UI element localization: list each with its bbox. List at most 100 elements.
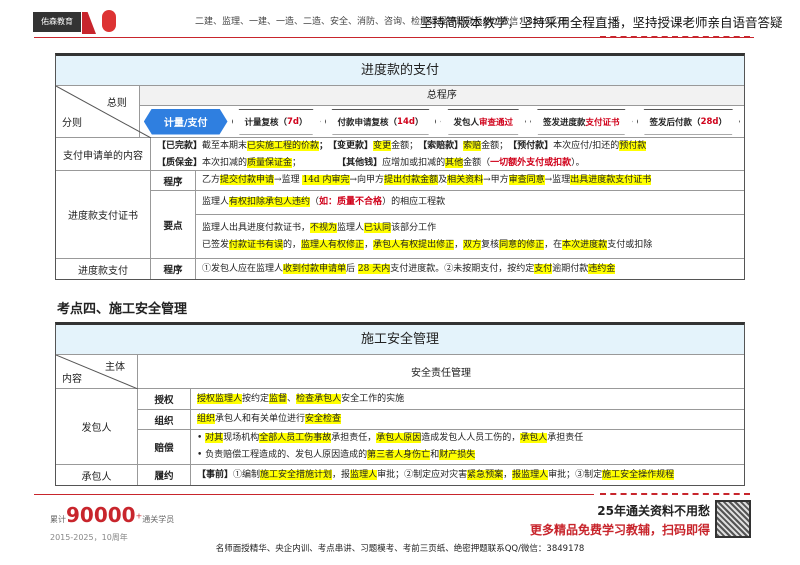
- highlighted-text: 28 天内: [357, 263, 391, 274]
- payment-application-content: 【已完款】截至本期末已实施工程的价款； 【变更款】变更金额； 【索赔款】索赔金额…: [151, 138, 744, 170]
- text-segment: 支付或扣除: [607, 239, 653, 250]
- highlighted-text: 提交付款申请: [220, 175, 275, 185]
- text-segment: 金额；: [391, 141, 423, 151]
- text-line: 乙方提交付款申请→监理 14d 内审完→向甲方提出付款金额及相关资料→甲方审查同…: [202, 172, 652, 189]
- safety-management-table: 施工安全管理 主体 内容 安全责任管理 发包人 授权 授权监理人按约定监督、检查…: [55, 322, 745, 486]
- highlighted-text: 已实施工程的价款: [247, 141, 320, 151]
- row-label: 支付申请单的内容: [56, 138, 151, 170]
- text-segment: 乙方: [202, 175, 221, 185]
- text-segment: •: [197, 433, 206, 443]
- text-segment: 付款申请复核（: [337, 117, 398, 128]
- table-title: 进度款的支付: [56, 56, 744, 86]
- text-segment: 如：质量不合格: [319, 197, 383, 207]
- corner-cell: 主体 内容: [56, 355, 138, 389]
- text-segment: 签发后付款（: [649, 117, 701, 128]
- ad-title: 25年通关资料不用愁: [597, 504, 710, 518]
- text-segment: 金额（: [463, 158, 491, 168]
- general-procedure-header: 总程序: [139, 86, 744, 106]
- highlighted-text: 提出付款金额: [384, 175, 439, 185]
- text-segment: 【其他钱】: [341, 158, 383, 168]
- text-segment: 本次应付/扣还的: [553, 141, 620, 151]
- corner-bottom-label: 分则: [62, 118, 82, 129]
- procedure-step: 计量复核（ 7d）: [232, 109, 321, 135]
- text-segment: （: [310, 197, 320, 207]
- key-label: 程序: [151, 259, 196, 279]
- text-segment: ，报: [332, 469, 351, 480]
- text-segment: →监理: [274, 175, 303, 185]
- text-segment: 【预付款】: [512, 141, 554, 151]
- row-label: 发包人: [56, 389, 138, 464]
- text-segment: 计量复核（: [244, 117, 288, 128]
- text-segment: →向甲方: [349, 175, 385, 185]
- mascot-icon: [102, 10, 116, 32]
- count-prefix: 累计: [50, 515, 66, 524]
- highlighted-text: 索赔: [463, 141, 482, 151]
- text-segment: ①编制: [233, 469, 261, 480]
- text-segment: 一切额外支付或扣款: [490, 158, 572, 168]
- certificate-point: 监理人出具进度付款证书，不视为监理人已认同该部分工作 已签发付款证书有误的，监理人…: [196, 215, 744, 258]
- text-segment: 安全工作的实施: [341, 393, 405, 404]
- highlighted-text: 违约金: [588, 263, 616, 274]
- text-segment: ）: [299, 117, 308, 128]
- text-segment: ；: [292, 158, 342, 168]
- text-segment: 及: [438, 175, 448, 185]
- text-segment: 签发进度款: [543, 117, 586, 128]
- text-segment: 【事前】: [197, 469, 234, 480]
- procedure-steps: 计量/支付 计量复核（ 7d）付款申请复核（ 14d）发包人 审查通过 签发进度款 支付证书…: [140, 106, 744, 137]
- highlighted-text: 支付: [534, 263, 553, 274]
- text-segment: 计量/支付: [163, 118, 208, 129]
- highlighted-text: 已认同: [364, 222, 392, 233]
- highlighted-text: 其他: [445, 158, 464, 168]
- text-segment: 监理人: [202, 197, 230, 207]
- procedure-step: 付款申请复核（ 14d）: [325, 109, 437, 135]
- highlighted-text: 双方: [463, 239, 482, 250]
- text-segment: 发包人: [453, 117, 479, 128]
- text-segment: 现场机构: [223, 433, 260, 443]
- text-segment: ，在: [544, 239, 563, 250]
- text-segment: 7d: [287, 116, 300, 127]
- key-label: 程序: [151, 171, 196, 190]
- highlighted-text: 组织: [197, 414, 216, 425]
- organize-text: 组织承包人和有关单位进行安全检查: [191, 410, 744, 429]
- row-label: 进度款支付证书: [56, 171, 151, 258]
- highlighted-text: 承包人: [520, 433, 548, 443]
- corner-top-label: 主体: [105, 362, 125, 373]
- count-suffix: 通关学员: [142, 515, 175, 524]
- text-segment: ①发包人应在监理人: [202, 263, 284, 274]
- text-segment: 、: [287, 393, 297, 404]
- certificate-point: 监理人有权扣除承包人违约（如：质量不合格）的相应工程款: [196, 191, 744, 215]
- text-segment: 复核: [481, 239, 500, 250]
- highlighted-text: 收到付款申请单: [283, 263, 347, 274]
- decorative-wedge: [82, 12, 96, 34]
- procedure-step: 签发进度款 支付证书: [530, 109, 633, 135]
- student-count: 累计90000+通关学员: [50, 503, 174, 527]
- procedure-step: 发包人 审查通过: [440, 109, 526, 135]
- corner-top-label: 总则: [106, 98, 127, 109]
- text-segment: 支付进度款。②未按期支付，按约定: [390, 263, 535, 274]
- text-line: 组织承包人和有关单位进行安全检查: [197, 411, 342, 428]
- text-segment: 【索赔款】: [422, 141, 464, 151]
- payment-procedure: ①发包人应在监理人收到付款申请单后 28 天内支付进度款。②未按期支付，按约定支…: [196, 259, 744, 279]
- text-segment: 监理人出具进度付款证书，: [202, 222, 311, 233]
- section-heading: 考点四、施工安全管理: [57, 302, 188, 317]
- highlighted-text: 报监理人: [512, 469, 549, 480]
- highlighted-text: 紧急预案: [467, 469, 504, 480]
- highlighted-text: 相关资料: [447, 175, 484, 185]
- performance-text: 【事前】①编制施工安全措施计划，报监理人审批；②制定应对灾害紧急预案，报监理人审…: [191, 465, 744, 485]
- text-line: ①发包人应在监理人收到付款申请单后 28 天内支付进度款。②未按期支付，按约定支…: [202, 261, 616, 278]
- highlighted-text: 授权监理人: [197, 393, 243, 404]
- highlighted-text: 检查承包人: [296, 393, 342, 404]
- highlighted-text: 付款证书有误: [229, 239, 284, 250]
- text-segment: 承包人和有关单位进行: [215, 414, 306, 425]
- text-segment: ，: [503, 469, 513, 480]
- text-segment: 支付证书: [585, 117, 620, 128]
- count-number: 90000: [66, 503, 136, 527]
- text-line: 【质保金】本次扣减的质量保证金； 【其他钱】应增加或扣减的其他金额（一切额外支付…: [157, 155, 585, 172]
- highlighted-text: 施工安全措施计划: [260, 469, 333, 480]
- highlighted-text: 本次进度款: [562, 239, 608, 250]
- qr-code[interactable]: [715, 500, 751, 538]
- text-segment: 金额；: [481, 141, 513, 151]
- table-title: 施工安全管理: [56, 325, 744, 355]
- text-segment: 28d: [700, 116, 719, 127]
- header-dashed-divider: [600, 36, 750, 38]
